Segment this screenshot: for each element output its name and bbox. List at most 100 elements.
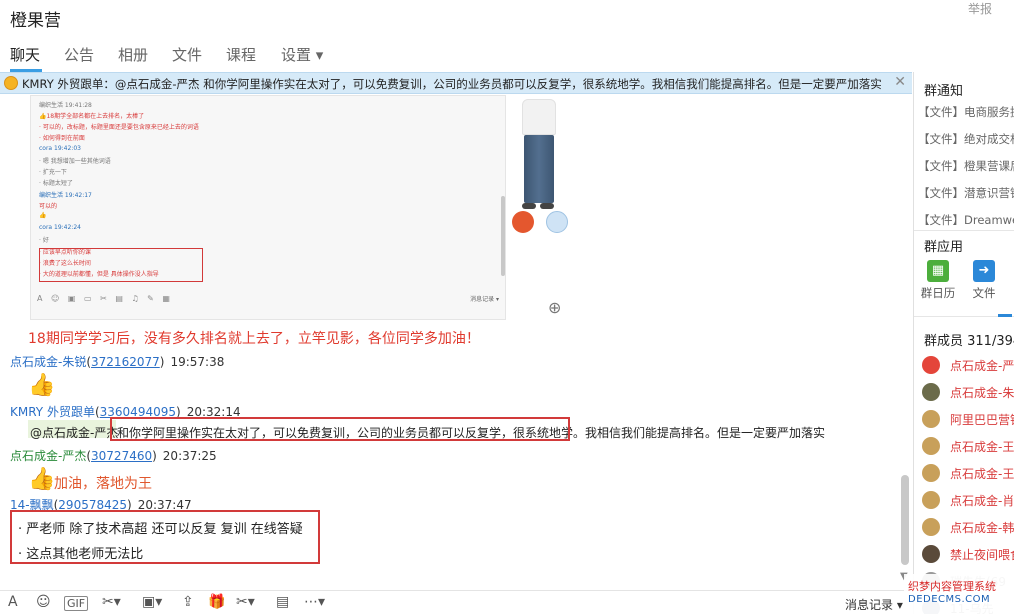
avatar: [922, 383, 940, 401]
figure-shoe: [540, 203, 554, 209]
announcement-text: KMRY 外贸跟单：@点石成金-严杰 和你学阿里操作实在太对了，可以免费复训，公…: [22, 77, 882, 91]
member-name: 阿里巴巴营销: [950, 413, 1014, 427]
upload-icon[interactable]: ⇪: [182, 594, 194, 610]
screenshot-scrollbar: [501, 196, 505, 276]
scissors-icon[interactable]: ✂▾: [236, 594, 255, 610]
screenshot-line: 👍: [39, 212, 47, 219]
app-files[interactable]: ➜ 文件: [964, 260, 1004, 301]
message-history-button[interactable]: 消息记录 ▾: [845, 596, 903, 613]
group-notice-title: 群通知: [924, 84, 964, 99]
avatar: [546, 211, 568, 233]
image-icon[interactable]: ▣▾: [142, 594, 162, 610]
highlight-box: [39, 248, 203, 282]
font-icon[interactable]: A: [8, 594, 18, 610]
chat-area[interactable]: 编织生活 19:41:28 👍18期学全部名都在上去排名，太棒了 · 可以的，改标题…: [0, 95, 912, 590]
sender-name[interactable]: KMRY 外贸跟单: [10, 405, 95, 419]
gif-icon[interactable]: GIF: [64, 596, 89, 611]
tab-courses[interactable]: 课程: [226, 44, 256, 65]
notice-item[interactable]: 【文件】绝对成交机: [918, 131, 1014, 147]
avatar: [922, 518, 940, 536]
avatar: [512, 211, 534, 233]
input-toolbar: A ☺ GIF ✂▾ ▣▾ ⇪ 🎁 ✂▾ ▤ ⋯▾ 消息记录 ▾: [0, 590, 912, 614]
message-text: 18期同学学习后，没有多久排名就上去了，立竿见影，各位同学多加油！: [28, 331, 480, 347]
thumbs-up-icon: 👍: [28, 467, 56, 492]
tab-announcements[interactable]: 公告: [64, 44, 94, 65]
screenshot-line: 👍18期学全部名都在上去排名，太棒了: [39, 113, 145, 120]
member-name: 点石成金-朱锐: [950, 386, 1014, 400]
emoji-icon[interactable]: ☺: [36, 594, 51, 610]
member-name: 点石成金-韩: [950, 521, 1014, 535]
message-text: 加油，落地为王: [54, 476, 152, 492]
chat-screenshot-image[interactable]: 编织生活 19:41:28 👍18期学全部名都在上去排名，太棒了 · 可以的，改标题…: [30, 95, 506, 320]
screenshot-line: 编织生活 19:42:17: [39, 192, 92, 199]
thumbs-up-icon: 👍: [28, 373, 56, 398]
close-icon[interactable]: ✕: [894, 74, 906, 90]
app-calendar[interactable]: ▦ 群日历: [918, 260, 958, 301]
scroll-indicator: [998, 314, 1012, 317]
screenshot-line: cora 19:42:03: [39, 145, 81, 152]
watermark-text: DEDECMS.COM: [908, 594, 991, 605]
members-title: 群成员 311/394: [924, 334, 1014, 349]
more-icon[interactable]: ⋯▾: [304, 594, 325, 610]
clear-icon[interactable]: ▤: [276, 594, 289, 610]
member-name: 点石成金-肖: [950, 494, 1014, 508]
highlight-box: [110, 417, 570, 441]
avatar: [922, 545, 940, 563]
app-label: 群日历: [920, 286, 956, 300]
report-link[interactable]: 举报: [968, 0, 992, 17]
announcement-bar[interactable]: KMRY 外贸跟单：@点石成金-严杰 和你学阿里操作实在太对了，可以免费复训，公…: [0, 72, 912, 94]
watermark-text: 织梦内容管理系统: [908, 580, 996, 593]
tab-bar: 聊天 公告 相册 文件 课程 设置 ▾: [0, 40, 1014, 72]
figure-shoe: [522, 203, 536, 209]
figure-image[interactable]: [506, 95, 572, 320]
message-line: · 这点其他老师无法比: [18, 547, 144, 562]
screenshot-line: · 标题太短了: [39, 180, 73, 187]
avatar: [922, 491, 940, 509]
notice-item[interactable]: 【文件】橙果营课后: [918, 158, 1014, 174]
avatar: [922, 464, 940, 482]
notice-item[interactable]: 【文件】电商服务提: [918, 104, 1014, 120]
group-title: 橙果营: [10, 11, 61, 31]
avatar: [922, 410, 940, 428]
mention-text[interactable]: @点石成金-严杰: [30, 424, 118, 441]
app-label: 文件: [972, 286, 996, 300]
avatar: [922, 437, 940, 455]
sender-name[interactable]: 点石成金-朱锐: [10, 355, 86, 369]
message-time: 19:57:38: [170, 355, 225, 369]
right-panel: 群通知 【文件】电商服务提 【文件】绝对成交机 【文件】橙果营课后 【文件】潜意…: [913, 72, 1014, 614]
message-line: · 严老师 除了技术高超 还可以反复 复训 在线答疑: [18, 522, 303, 537]
message-time: 20:37:25: [162, 449, 217, 463]
chat-scrollbar[interactable]: [901, 475, 909, 565]
screenshot-history-label: 消息记录 ▾: [470, 296, 499, 303]
notice-item[interactable]: 【文件】潜意识营销: [918, 185, 1014, 201]
member-name: 点石成金-严杰: [950, 359, 1014, 373]
figure-shirt: [522, 99, 556, 135]
screenshot-line: · 如何得到在前面: [39, 135, 85, 142]
sender-qq[interactable]: 372162077: [91, 355, 160, 369]
watermark: 织梦内容管理系统 DEDECMS.COM: [904, 574, 1014, 614]
file-icon: ➜: [973, 260, 995, 282]
message-sender: 点石成金-朱锐(372162077) 19:57:38: [10, 355, 225, 369]
tab-chat[interactable]: 聊天: [10, 44, 40, 65]
screenshot-line: cora 19:42:24: [39, 224, 81, 231]
member-name: 点石成金-王: [950, 467, 1014, 481]
tab-files[interactable]: 文件: [172, 44, 202, 65]
gift-icon[interactable]: 🎁: [208, 594, 225, 610]
figure-jeans: [524, 135, 554, 203]
screenshot-line: 编织生活 19:41:28: [39, 102, 92, 109]
title-bar: 橙果营 举报: [0, 0, 1014, 36]
sender-qq[interactable]: 30727460: [91, 449, 152, 463]
tab-settings[interactable]: 设置 ▾: [281, 44, 323, 65]
member-name: 点石成金-王阳: [950, 440, 1014, 454]
notice-item[interactable]: 【文件】Dreamweav: [918, 212, 1014, 228]
tab-album[interactable]: 相册: [118, 44, 148, 65]
zoom-icon[interactable]: ⊕: [548, 298, 561, 317]
sender-name[interactable]: 点石成金-严杰: [10, 449, 86, 463]
screenshot-line: · 嗯 我想增加一些其他词语: [39, 158, 111, 165]
calendar-icon: ▦: [927, 260, 949, 282]
screenshot-icon[interactable]: ✂▾: [102, 594, 121, 610]
avatar-icon: [4, 76, 18, 90]
screenshot-line: · 好: [39, 237, 49, 244]
avatar: [922, 356, 940, 374]
divider: [914, 230, 1014, 231]
